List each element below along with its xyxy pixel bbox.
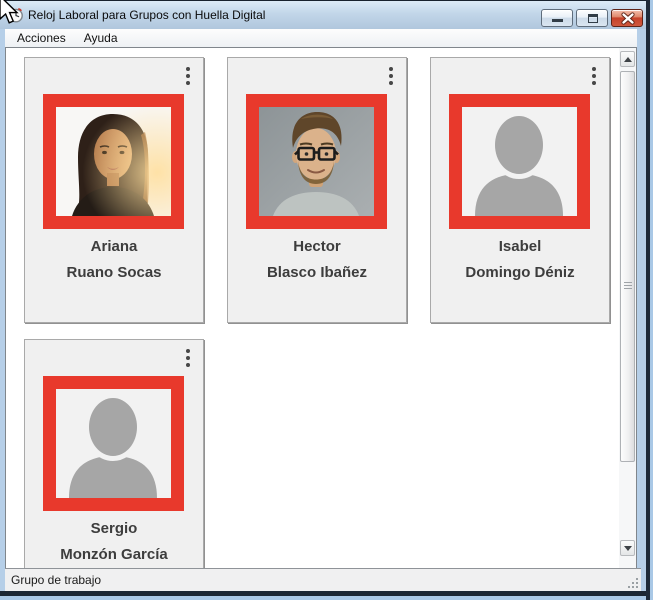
employee-last-name: Monzón García [25,542,203,568]
close-icon [621,12,635,25]
employee-grid: Ariana Ruano Socas [6,48,619,568]
employee-name: Ariana Ruano Socas [25,234,203,286]
maximize-icon [588,14,598,23]
menu-bar: Acciones Ayuda [5,29,637,47]
card-menu-button[interactable] [389,67,393,85]
employee-name: Sergio Monzón García [25,516,203,568]
employee-card-hector[interactable]: Hector Blasco Ibañez [227,57,407,323]
triangle-down-icon [624,546,632,551]
woman-portrait-image [56,107,171,216]
menu-item-ayuda[interactable]: Ayuda [75,29,127,47]
employee-name: Hector Blasco Ibañez [228,234,406,286]
employee-card-isabel[interactable]: Isabel Domingo Déniz [430,57,610,323]
employee-name: Isabel Domingo Déniz [431,234,609,286]
employee-first-name: Hector [228,234,406,260]
minimize-icon [552,19,563,22]
man-glasses-portrait-image [259,107,374,216]
employee-photo [43,94,184,229]
status-bar: Grupo de trabajo [5,568,641,591]
maximize-button[interactable] [576,9,608,27]
card-menu-button[interactable] [186,349,190,367]
scrollbar-thumb[interactable] [620,71,635,462]
employee-first-name: Ariana [25,234,203,260]
placeholder-avatar-icon [56,389,171,498]
window-title: Reloj Laboral para Grupos con Huella Dig… [28,1,265,29]
employee-card-ariana[interactable]: Ariana Ruano Socas [24,57,204,323]
desktop: Reloj Laboral para Grupos con Huella Dig… [0,0,653,600]
status-text: Grupo de trabajo [11,569,101,591]
app-window: Reloj Laboral para Grupos con Huella Dig… [0,0,646,600]
scroll-up-button[interactable] [620,51,635,67]
resize-grip[interactable] [626,576,638,588]
employee-first-name: Isabel [431,234,609,260]
employee-first-name: Sergio [25,516,203,542]
minimize-button[interactable] [541,9,573,27]
employee-photo [449,94,590,229]
employee-photo [43,376,184,511]
menu-item-acciones[interactable]: Acciones [8,29,75,47]
mouse-cursor-icon [0,0,20,27]
vertical-scrollbar[interactable] [619,48,636,568]
triangle-up-icon [624,57,632,62]
card-menu-button[interactable] [592,67,596,85]
placeholder-avatar-icon [462,107,577,216]
content-area: Ariana Ruano Socas [5,47,637,569]
employee-last-name: Domingo Déniz [431,260,609,286]
employee-last-name: Ruano Socas [25,260,203,286]
scroll-down-button[interactable] [620,540,635,556]
card-menu-button[interactable] [186,67,190,85]
employee-card-sergio[interactable]: Sergio Monzón García [24,339,204,568]
window-controls [541,9,643,27]
title-bar[interactable]: Reloj Laboral para Grupos con Huella Dig… [0,1,646,29]
close-button[interactable] [611,9,643,27]
thumb-grip-icon [624,282,632,291]
employee-last-name: Blasco Ibañez [228,260,406,286]
window-bottom-border [0,596,646,600]
employee-photo [246,94,387,229]
